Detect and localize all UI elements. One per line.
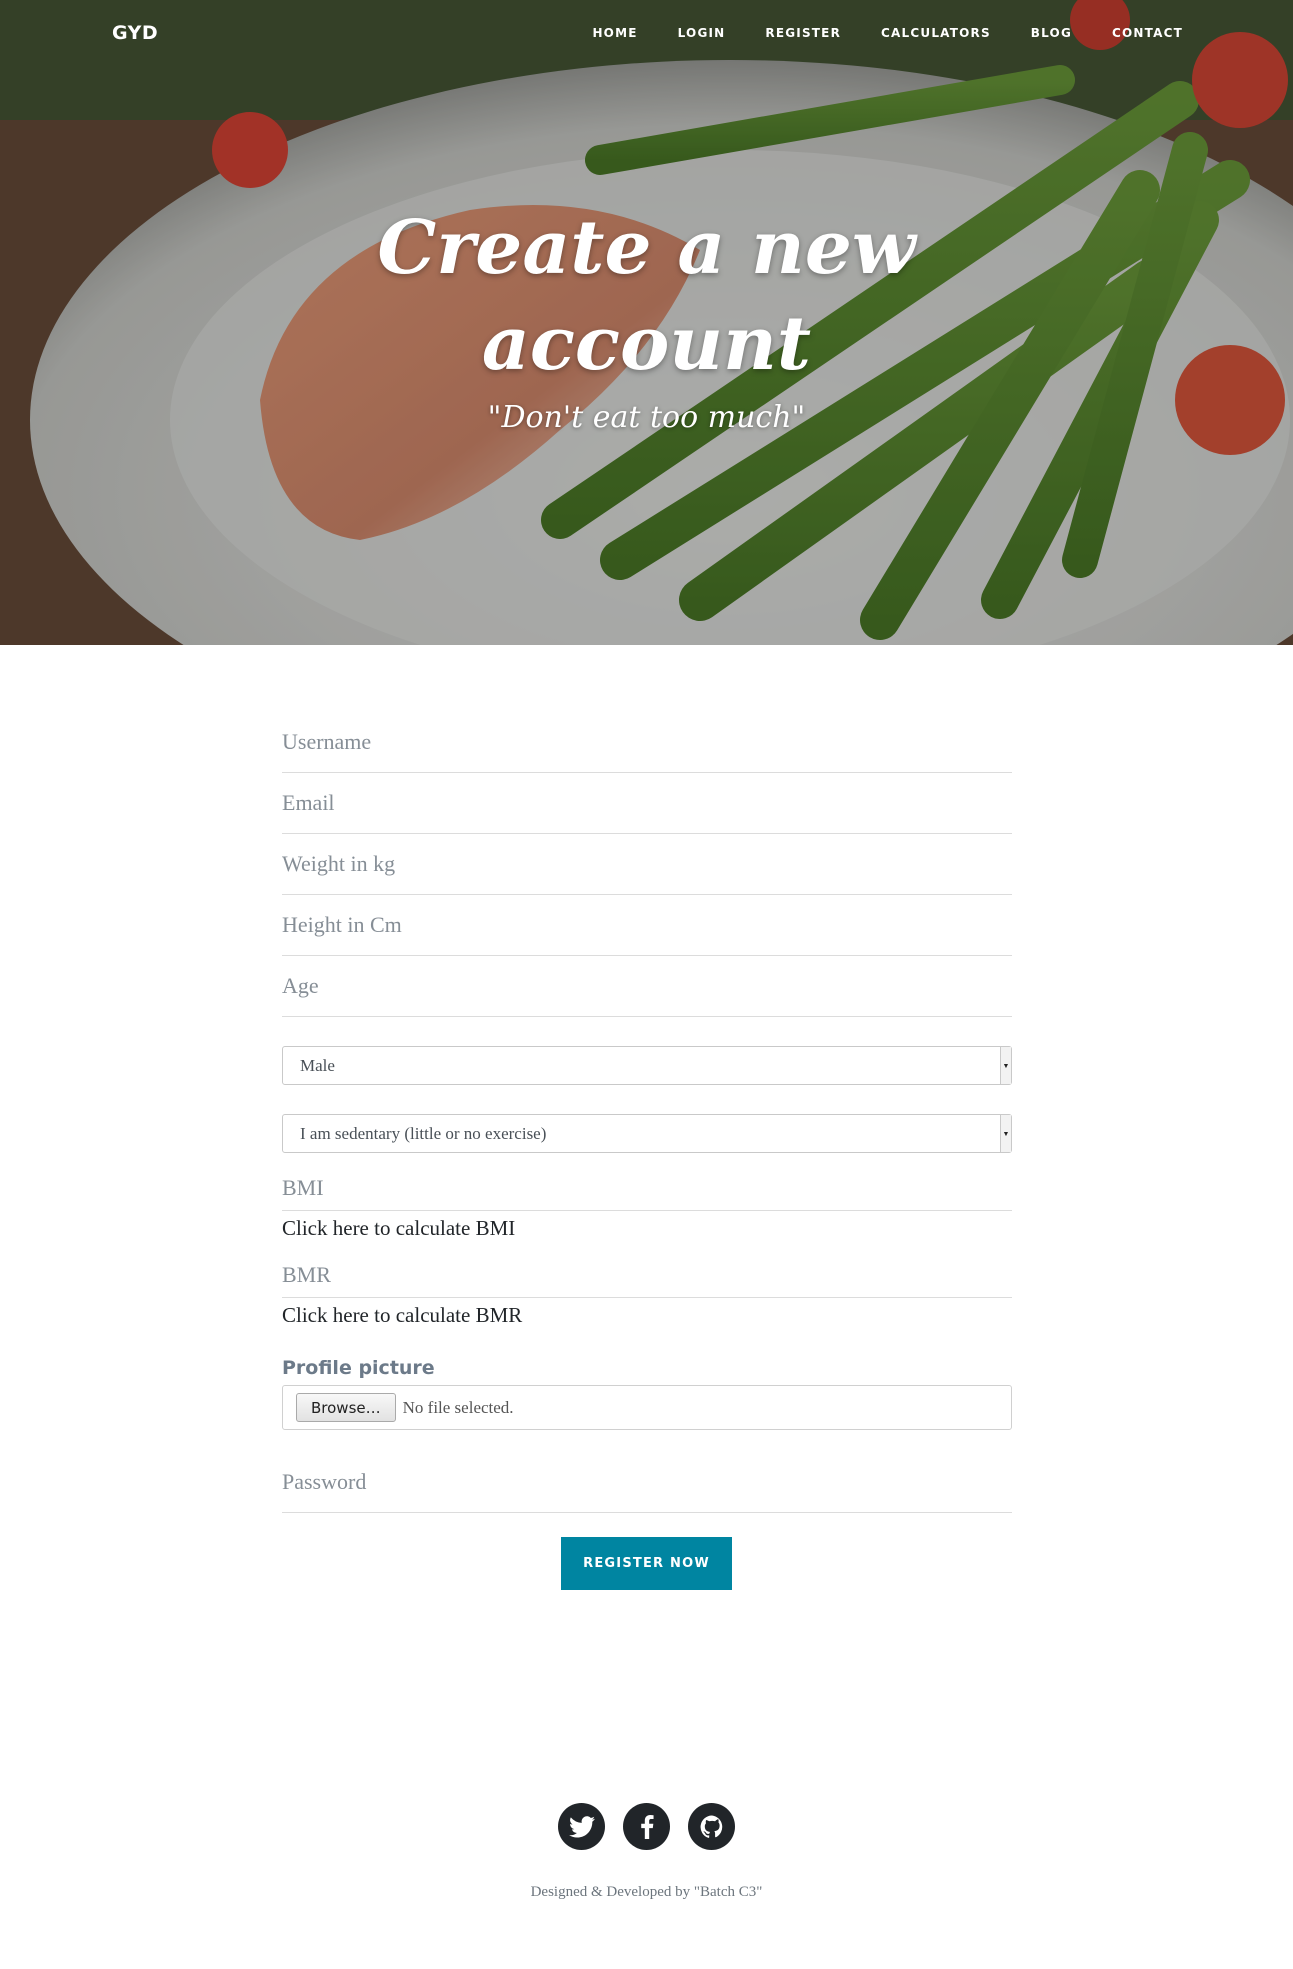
age-field-wrapper	[282, 956, 1012, 1017]
nav-link-login[interactable]: LOGIN	[678, 26, 726, 40]
calculate-bmr-link[interactable]: Click here to calculate BMR	[282, 1303, 1012, 1328]
top-navbar: GYD HOME LOGIN REGISTER CALCULATORS BLOG…	[0, 0, 1293, 66]
email-field-wrapper	[282, 773, 1012, 834]
height-field-wrapper	[282, 895, 1012, 956]
facebook-icon	[640, 1814, 654, 1839]
nav-link-contact[interactable]: CONTACT	[1112, 26, 1183, 40]
nav-link-home[interactable]: HOME	[592, 26, 637, 40]
browse-button[interactable]: Browse…	[296, 1393, 396, 1422]
bmi-label: BMI	[282, 1175, 1012, 1211]
nav-link-blog[interactable]: BLOG	[1031, 26, 1072, 40]
page-title-line-2: account	[481, 301, 812, 387]
twitter-link[interactable]	[558, 1803, 605, 1850]
github-icon	[700, 1815, 722, 1838]
register-now-button[interactable]: REGISTER NOW	[561, 1537, 732, 1590]
hero-header: GYD HOME LOGIN REGISTER CALCULATORS BLOG…	[0, 0, 1293, 645]
email-input[interactable]	[282, 773, 1012, 833]
brand-logo[interactable]: GYD	[112, 22, 158, 44]
password-input[interactable]	[282, 1452, 1012, 1512]
github-link[interactable]	[688, 1803, 735, 1850]
nav-link-calculators[interactable]: CALCULATORS	[881, 26, 991, 40]
nav-links: HOME LOGIN REGISTER CALCULATORS BLOG CON…	[552, 26, 1183, 40]
gender-select-value: Male	[300, 1056, 335, 1075]
twitter-icon	[568, 1815, 595, 1838]
gender-select[interactable]: Male ▼	[282, 1046, 1012, 1085]
profile-picture-file-input[interactable]: Browse… No file selected.	[282, 1385, 1012, 1430]
footer-credit: Designed & Developed by "Batch C3"	[530, 1884, 763, 1900]
submit-row: REGISTER NOW	[282, 1513, 1012, 1593]
password-field-wrapper	[282, 1452, 1012, 1513]
file-status-text: No file selected.	[402, 1397, 514, 1417]
chevron-down-icon: ▼	[1000, 1047, 1011, 1084]
nav-link-register[interactable]: REGISTER	[765, 26, 841, 40]
profile-picture-label: Profile picture	[282, 1357, 435, 1379]
social-links	[0, 1803, 1293, 1850]
activity-select[interactable]: I am sedentary (little or no exercise) ▼	[282, 1114, 1012, 1153]
age-input[interactable]	[282, 956, 1012, 1016]
page-title-line-1: Create a new	[377, 205, 916, 291]
bmr-label: BMR	[282, 1262, 1012, 1298]
weight-field-wrapper	[282, 834, 1012, 895]
page-subtitle: "Don't eat too much"	[487, 400, 806, 435]
page-title: Create a new account	[0, 200, 1293, 392]
chevron-down-icon: ▼	[1000, 1115, 1011, 1152]
calculate-bmi-link[interactable]: Click here to calculate BMI	[282, 1216, 1012, 1241]
facebook-link[interactable]	[623, 1803, 670, 1850]
weight-input[interactable]	[282, 834, 1012, 894]
height-input[interactable]	[282, 895, 1012, 955]
register-form: Male ▼ I am sedentary (little or no exer…	[282, 645, 1012, 1593]
activity-select-value: I am sedentary (little or no exercise)	[300, 1124, 547, 1143]
username-field-wrapper	[282, 712, 1012, 773]
username-input[interactable]	[282, 712, 1012, 772]
